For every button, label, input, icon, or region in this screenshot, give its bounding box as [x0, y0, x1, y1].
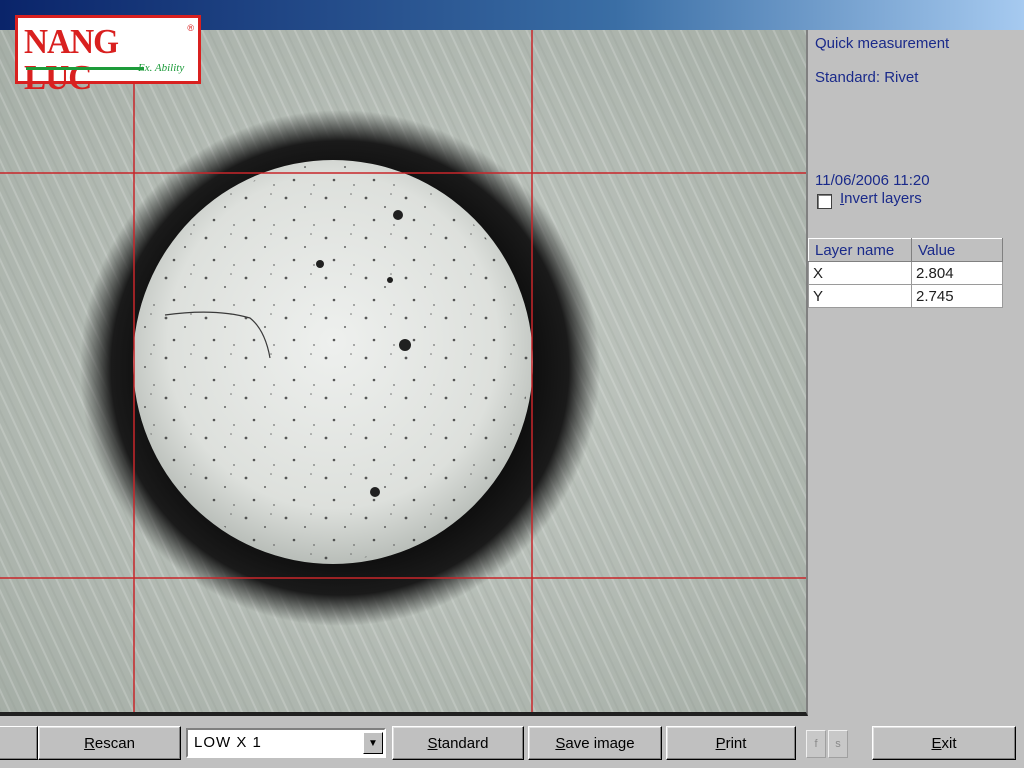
table-row[interactable]: X 2.804 [808, 261, 1003, 285]
logo-underline [26, 67, 144, 70]
save-image-button[interactable]: Save image [528, 726, 662, 760]
layer-name-cell: X [808, 261, 912, 285]
bottom-toolbar: Rescan LOW X 1 ▼ Standard Save image Pri… [0, 716, 1024, 768]
logo-subtitle: Ex. Ability [138, 62, 185, 74]
print-button[interactable]: Print [666, 726, 796, 760]
standard-label: Standard: Rivet [815, 69, 919, 86]
column-header-value[interactable]: Value [911, 238, 1003, 262]
logo-registered-mark: ® [187, 23, 194, 33]
toolbar-edge-button[interactable] [0, 726, 38, 760]
logo-text: NANG LUC [24, 22, 119, 97]
value-cell: 2.804 [911, 261, 1003, 285]
mini-button-f[interactable]: f [806, 730, 826, 758]
column-header-layer-name[interactable]: Layer name [808, 238, 912, 262]
chevron-down-icon[interactable]: ▼ [363, 732, 383, 754]
nang-luc-logo: NANG LUC ® Ex. Ability [15, 15, 201, 96]
rescan-button[interactable]: Rescan [38, 726, 181, 760]
zoom-select-value: LOW X 1 [194, 734, 262, 751]
layer-values-table: Layer name Value X 2.804 Y 2.745 [808, 238, 1003, 308]
value-cell: 2.745 [911, 284, 1003, 308]
camera-image-view[interactable] [0, 30, 808, 716]
table-header-row: Layer name Value [808, 238, 1003, 262]
layer-name-cell: Y [808, 284, 912, 308]
standard-button[interactable]: Standard [392, 726, 524, 760]
mini-button-s[interactable]: s [828, 730, 848, 758]
zoom-select[interactable]: LOW X 1 ▼ [186, 728, 386, 758]
microscope-image [0, 30, 806, 712]
measurement-mode-label: Quick measurement [815, 35, 950, 52]
invert-layers-label[interactable]: Invert layers [840, 190, 922, 207]
info-panel: Quick measurement Standard: Rivet 11/06/… [808, 30, 1024, 716]
invert-layers-checkbox[interactable] [817, 194, 832, 209]
exit-button[interactable]: Exit [872, 726, 1016, 760]
table-row[interactable]: Y 2.745 [808, 284, 1003, 308]
timestamp-label: 11/06/2006 11:20 [815, 172, 930, 189]
